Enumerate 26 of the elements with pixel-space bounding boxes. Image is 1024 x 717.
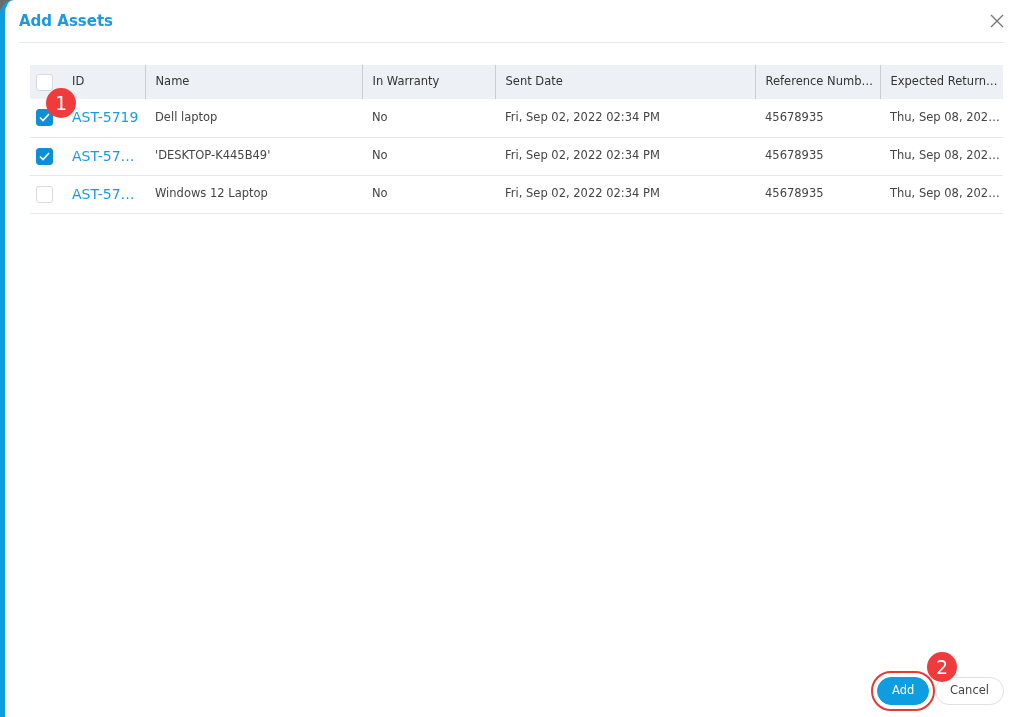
table-cell: Fri, Sep 02, 2022 02:34 PM xyxy=(505,186,660,201)
table-cell: 45678935 xyxy=(765,148,824,163)
table-cell: Thu, Sep 08, 202… xyxy=(890,110,1000,125)
table-cell: Thu, Sep 08, 202… xyxy=(890,186,1000,201)
checkbox[interactable] xyxy=(36,109,53,127)
column-header[interactable]: Sent Date xyxy=(505,74,563,89)
check-icon xyxy=(39,113,50,123)
dialog-title: Add Assets xyxy=(19,12,114,30)
table-cell: 'DESKTOP-K445B49' xyxy=(155,148,271,163)
column-header[interactable]: ID xyxy=(72,74,85,89)
table-cell: Windows 12 Laptop xyxy=(155,186,268,201)
table-cell: No xyxy=(372,110,388,125)
table-cell: Fri, Sep 02, 2022 02:34 PM xyxy=(505,110,660,125)
table-cell: Thu, Sep 08, 202… xyxy=(890,148,1000,163)
table-cell: Fri, Sep 02, 2022 02:34 PM xyxy=(505,148,660,163)
table-cell: Dell laptop xyxy=(155,110,218,125)
table-cell: 45678935 xyxy=(765,186,824,201)
table-cell: 45678935 xyxy=(765,110,824,125)
cancel-button[interactable]: Cancel xyxy=(935,677,1004,705)
close-icon[interactable] xyxy=(990,14,1004,28)
callout-badge: 2 xyxy=(927,652,957,682)
column-header[interactable]: Name xyxy=(155,74,190,89)
table-cell: No xyxy=(372,148,388,163)
checkbox[interactable] xyxy=(36,147,53,165)
check-icon xyxy=(39,151,50,161)
table-cell: No xyxy=(372,186,388,201)
